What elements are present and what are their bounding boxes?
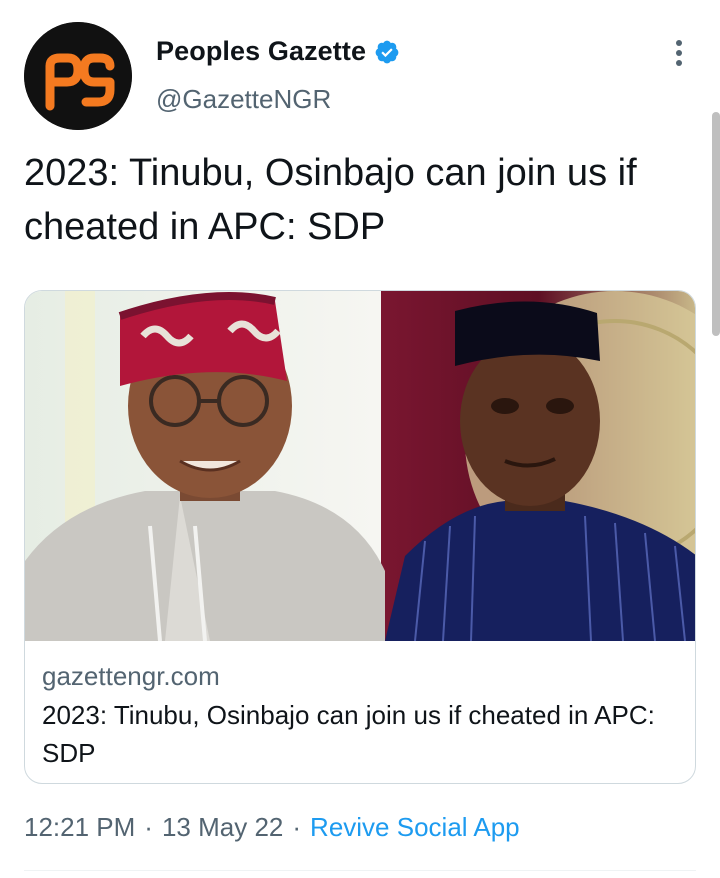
tweet: Peoples Gazette @GazetteNGR 2023: Tinubu… [0, 0, 720, 878]
verified-badge-icon [374, 39, 400, 65]
tweet-meta: 12:21 PM · 13 May 22 · Revive Social App [24, 812, 520, 843]
more-options-icon [676, 40, 682, 66]
link-card[interactable]: gazettengr.com 2023: Tinubu, Osinbajo ca… [24, 290, 696, 784]
card-domain: gazettengr.com [42, 661, 220, 691]
tweet-time[interactable]: 12:21 PM [24, 812, 135, 843]
pg-logo-icon [24, 22, 132, 130]
card-title: 2023: Tinubu, Osinbajo can join us if ch… [42, 700, 655, 768]
more-options-button[interactable] [664, 38, 694, 68]
meta-separator: · [292, 812, 302, 842]
meta-separator: · [144, 812, 153, 842]
tweet-date[interactable]: 13 May 22 [162, 812, 283, 843]
avatar[interactable] [24, 22, 132, 130]
tweet-source-link[interactable]: Revive Social App [310, 812, 520, 843]
handle[interactable]: @GazetteNGR [156, 84, 331, 115]
card-image [25, 291, 695, 641]
display-name[interactable]: Peoples Gazette [156, 36, 366, 67]
divider [24, 870, 696, 871]
scrollbar[interactable] [712, 112, 720, 336]
tweet-text: 2023: Tinubu, Osinbajo can join us if ch… [24, 152, 637, 248]
name-row: Peoples Gazette [156, 36, 400, 67]
